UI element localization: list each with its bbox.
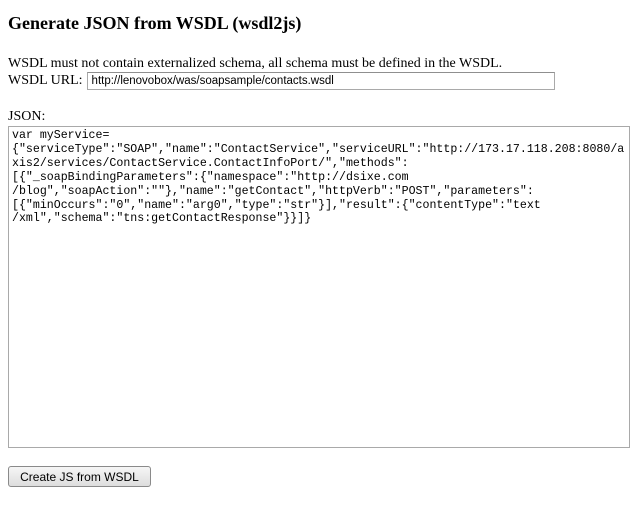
json-label: JSON:: [8, 109, 46, 124]
json-output-textarea[interactable]: var myService= {"serviceType":"SOAP","na…: [8, 126, 630, 448]
wsdl-url-row: WSDL URL:: [8, 70, 555, 92]
create-js-button[interactable]: Create JS from WSDL: [8, 466, 151, 487]
page-title: Generate JSON from WSDL (wsdl2js): [8, 13, 302, 33]
wsdl-url-label: WSDL URL:: [8, 73, 83, 88]
wsdl-url-input[interactable]: [86, 72, 555, 90]
